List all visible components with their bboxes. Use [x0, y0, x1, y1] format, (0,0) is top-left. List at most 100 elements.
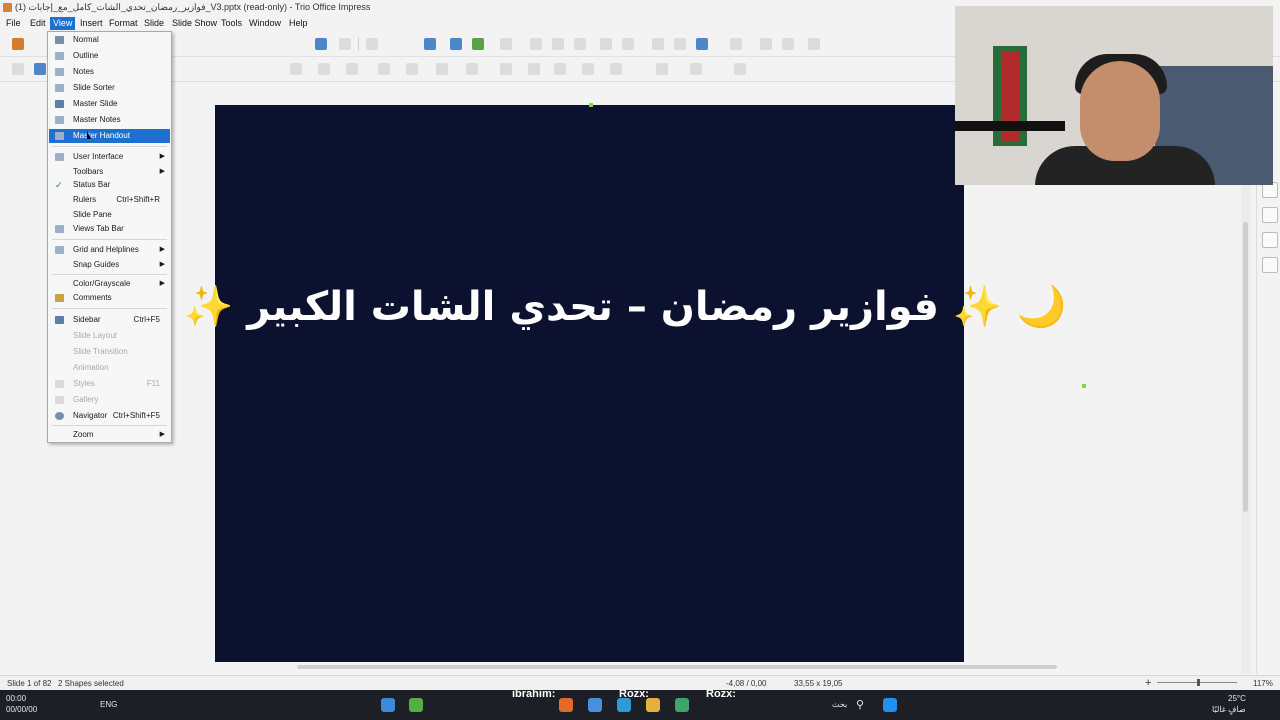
menu-tools[interactable]: Tools [218, 17, 245, 30]
toggle-extrusion-icon[interactable] [696, 38, 708, 50]
new-presentation-icon[interactable] [12, 38, 24, 50]
menu-item-comments[interactable]: Comments [49, 291, 170, 305]
browser-icon[interactable] [559, 698, 573, 712]
menu-view[interactable]: View [50, 17, 76, 30]
fontwork-icon[interactable] [652, 38, 664, 50]
media-icon[interactable] [574, 38, 586, 50]
hyperlink-icon[interactable] [674, 38, 686, 50]
menu-item-notes[interactable]: Notes [49, 65, 170, 79]
delete-slide-icon[interactable] [782, 38, 794, 50]
insert-slide-icon[interactable] [730, 38, 742, 50]
mouse-cursor-icon [87, 131, 91, 139]
filter-icon[interactable] [690, 63, 702, 75]
diamond-shape-icon[interactable] [290, 63, 302, 75]
find-replace-icon[interactable] [315, 38, 327, 50]
search-box[interactable]: بحث [832, 700, 847, 709]
microphone-arm [955, 121, 1065, 131]
display-views-icon[interactable] [424, 38, 436, 50]
horizontal-scrollbar[interactable] [297, 665, 1057, 669]
menu-item-normal[interactable]: Normal [49, 33, 170, 47]
menu-item-slide-sorter[interactable]: Slide Sorter [49, 81, 170, 95]
clock-date: 00/00/00 [6, 705, 38, 714]
menu-item-master-slide[interactable]: Master Slide [49, 97, 170, 111]
transformations-icon[interactable] [734, 63, 746, 75]
menu-window[interactable]: Window [246, 17, 284, 30]
menu-item-zoom[interactable]: Zoom ▶ [49, 428, 170, 442]
shadow-icon[interactable] [610, 63, 622, 75]
zoom-in-icon[interactable]: + [1145, 677, 1151, 689]
callout-icon[interactable] [406, 63, 418, 75]
master-slide-icon[interactable] [450, 38, 462, 50]
spelling-icon[interactable] [339, 38, 351, 50]
zoom-level[interactable]: 117% [1253, 679, 1273, 688]
slide-layout-icon[interactable] [808, 38, 820, 50]
flowchart-icon[interactable] [378, 63, 390, 75]
menu-item-outline[interactable]: Outline [49, 49, 170, 63]
select-icon[interactable] [12, 63, 24, 75]
align-icon[interactable] [528, 63, 540, 75]
table-icon[interactable] [500, 38, 512, 50]
file-explorer-icon[interactable] [646, 698, 660, 712]
menu-item-user-interface[interactable]: User Interface ▶ [49, 150, 170, 164]
edge-icon[interactable] [617, 698, 631, 712]
styles-icon[interactable] [1262, 207, 1278, 223]
weather-description[interactable]: صافٍ غالبًا [1212, 705, 1246, 714]
textbox-icon[interactable] [600, 38, 612, 50]
slide-title-text[interactable]: ✨ فوازير رمضان – تحدي الشات الكبير ✨ 🌙 [160, 283, 1090, 330]
rotate-icon[interactable] [500, 63, 512, 75]
menu-item-grid-helplines[interactable]: Grid and Helplines ▶ [49, 243, 170, 257]
chart-icon[interactable] [552, 38, 564, 50]
navigator-icon[interactable] [1262, 257, 1278, 273]
menu-item-master-notes[interactable]: Master Notes [49, 113, 170, 127]
grid-icon[interactable] [366, 38, 378, 50]
image-icon[interactable] [530, 38, 542, 50]
zoom-slider[interactable] [1157, 679, 1237, 686]
menu-slide-show[interactable]: Slide Show [169, 17, 220, 30]
menu-item-color-grayscale[interactable]: Color/Grayscale ▶ [49, 277, 170, 291]
star-shape-icon[interactable] [436, 63, 448, 75]
chat-user-2: Rozx: [619, 688, 649, 700]
distribute-icon[interactable] [582, 63, 594, 75]
weather-temp[interactable]: 25°C [1228, 694, 1246, 703]
selection-handle[interactable] [589, 103, 593, 107]
notes-icon [55, 68, 64, 76]
navigator-icon [55, 412, 64, 420]
sidebar-icon [55, 316, 64, 324]
menu-edit[interactable]: Edit [27, 17, 49, 30]
menu-insert[interactable]: Insert [77, 17, 106, 30]
circle-shape-icon[interactable] [318, 63, 330, 75]
search-icon[interactable]: ⚲ [856, 698, 864, 711]
3d-object-icon[interactable] [466, 63, 478, 75]
app-icon[interactable] [588, 698, 602, 712]
arrow-shape-icon[interactable] [346, 63, 358, 75]
menu-item-rulers[interactable]: Rulers Ctrl+Shift+R [49, 193, 170, 207]
scrollbar-thumb[interactable] [1243, 222, 1248, 512]
menu-item-snap-guides[interactable]: Snap Guides ▶ [49, 258, 170, 272]
view-menu-dropdown: Normal Outline Notes Slide Sorter Master… [47, 31, 172, 443]
menu-item-sidebar[interactable]: Sidebar Ctrl+F5 [49, 313, 170, 327]
menu-slide[interactable]: Slide [141, 17, 167, 30]
special-character-icon[interactable] [622, 38, 634, 50]
arrange-icon[interactable] [554, 63, 566, 75]
selection-handle[interactable] [1082, 384, 1086, 388]
menu-item-views-tab-bar[interactable]: Views Tab Bar [49, 222, 170, 236]
duplicate-slide-icon[interactable] [760, 38, 772, 50]
menu-format[interactable]: Format [106, 17, 141, 30]
menu-file[interactable]: File [3, 17, 24, 30]
gallery-icon[interactable] [1262, 232, 1278, 248]
app-icon[interactable] [381, 698, 395, 712]
menu-item-master-handout[interactable]: Master Handout [49, 129, 170, 143]
slide-canvas[interactable] [215, 105, 964, 662]
zoom-pan-icon[interactable] [34, 63, 46, 75]
crop-icon[interactable] [656, 63, 668, 75]
start-menu-icon[interactable] [883, 698, 897, 712]
menu-item-slide-pane[interactable]: Slide Pane [49, 208, 170, 222]
menu-help[interactable]: Help [286, 17, 311, 30]
language-indicator[interactable]: ENG [100, 700, 117, 709]
menu-item-toolbars[interactable]: Toolbars ▶ [49, 165, 170, 179]
menu-item-status-bar[interactable]: ✓ Status Bar [49, 178, 170, 192]
start-slideshow-icon[interactable] [472, 38, 484, 50]
app-icon[interactable] [675, 698, 689, 712]
menu-item-navigator[interactable]: Navigator Ctrl+Shift+F5 [49, 409, 170, 423]
app-icon[interactable] [409, 698, 423, 712]
